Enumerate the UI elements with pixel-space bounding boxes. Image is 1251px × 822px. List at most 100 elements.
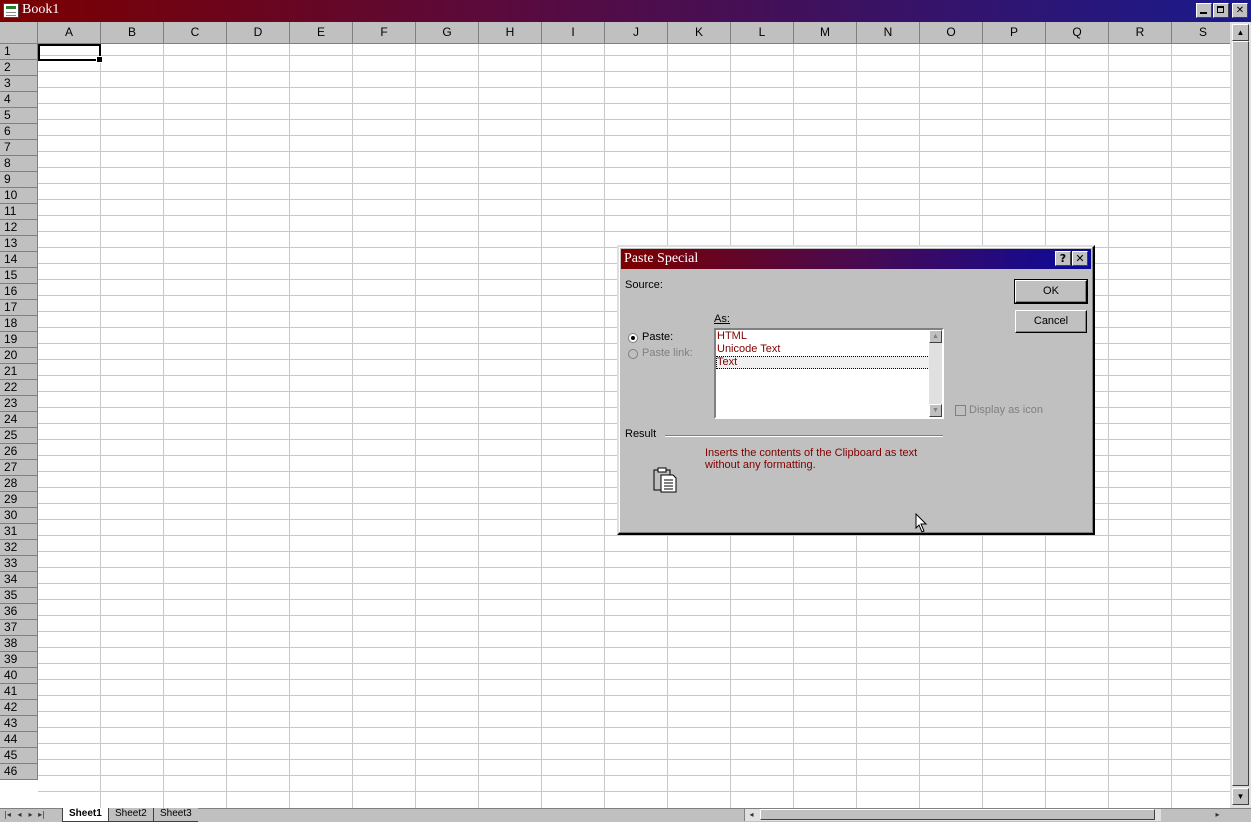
row-header-21[interactable]: 21 <box>0 364 38 380</box>
ok-button[interactable]: OK <box>1014 279 1088 304</box>
column-header-l[interactable]: L <box>731 22 794 44</box>
column-header-b[interactable]: B <box>101 22 164 44</box>
row-header-1[interactable]: 1 <box>0 44 38 60</box>
row-header-37[interactable]: 37 <box>0 620 38 636</box>
next-sheet-icon[interactable]: ▸ <box>25 809 36 821</box>
row-header-30[interactable]: 30 <box>0 508 38 524</box>
last-sheet-icon[interactable]: ▸| <box>36 809 47 821</box>
row-header-2[interactable]: 2 <box>0 60 38 76</box>
row-header-18[interactable]: 18 <box>0 316 38 332</box>
row-header-10[interactable]: 10 <box>0 188 38 204</box>
row-header-20[interactable]: 20 <box>0 348 38 364</box>
row-header-32[interactable]: 32 <box>0 540 38 556</box>
column-header-d[interactable]: D <box>227 22 290 44</box>
row-header-45[interactable]: 45 <box>0 748 38 764</box>
column-header-e[interactable]: E <box>290 22 353 44</box>
vertical-scroll-thumb[interactable] <box>1232 41 1249 786</box>
row-header-42[interactable]: 42 <box>0 700 38 716</box>
row-header-8[interactable]: 8 <box>0 156 38 172</box>
row-header-26[interactable]: 26 <box>0 444 38 460</box>
column-header-g[interactable]: G <box>416 22 479 44</box>
column-header-n[interactable]: N <box>857 22 920 44</box>
column-header-h[interactable]: H <box>479 22 542 44</box>
row-header-24[interactable]: 24 <box>0 412 38 428</box>
first-sheet-icon[interactable]: |◂ <box>2 809 13 821</box>
paste-link-radio-label[interactable]: Paste link: <box>642 347 693 359</box>
paste-link-radio[interactable] <box>628 349 638 359</box>
row-header-25[interactable]: 25 <box>0 428 38 444</box>
paste-as-listbox[interactable]: HTML Unicode Text Text ▲ ▼ <box>714 328 944 419</box>
display-as-icon-label[interactable]: Display as icon <box>969 404 1043 416</box>
scroll-up-icon[interactable]: ▲ <box>1232 24 1249 41</box>
paste-radio-label[interactable]: Paste: <box>642 331 673 343</box>
row-header-16[interactable]: 16 <box>0 284 38 300</box>
row-header-11[interactable]: 11 <box>0 204 38 220</box>
row-header-31[interactable]: 31 <box>0 524 38 540</box>
row-header-38[interactable]: 38 <box>0 636 38 652</box>
column-header-o[interactable]: O <box>920 22 983 44</box>
horizontal-scroll-thumb[interactable] <box>760 809 1155 820</box>
row-header-13[interactable]: 13 <box>0 236 38 252</box>
vertical-scrollbar[interactable]: ▲ ▼ <box>1230 22 1251 808</box>
select-all-corner[interactable] <box>0 22 38 44</box>
list-item[interactable]: HTML <box>716 330 942 343</box>
row-header-27[interactable]: 27 <box>0 460 38 476</box>
row-header-3[interactable]: 3 <box>0 76 38 92</box>
workbook-title-bar[interactable]: Book1 ✕ <box>0 0 1251 22</box>
column-header-m[interactable]: M <box>794 22 857 44</box>
row-header-5[interactable]: 5 <box>0 108 38 124</box>
dialog-close-button[interactable]: ✕ <box>1072 251 1088 266</box>
scroll-left-icon[interactable]: ◂ <box>746 809 757 821</box>
maximize-icon[interactable] <box>1213 3 1229 18</box>
row-header-28[interactable]: 28 <box>0 476 38 492</box>
row-header-4[interactable]: 4 <box>0 92 38 108</box>
row-header-6[interactable]: 6 <box>0 124 38 140</box>
row-header-39[interactable]: 39 <box>0 652 38 668</box>
prev-sheet-icon[interactable]: ◂ <box>14 809 25 821</box>
row-header-22[interactable]: 22 <box>0 380 38 396</box>
list-scroll-down-icon[interactable]: ▼ <box>929 404 942 417</box>
paste-radio[interactable] <box>628 333 638 343</box>
row-header-35[interactable]: 35 <box>0 588 38 604</box>
row-header-29[interactable]: 29 <box>0 492 38 508</box>
help-button[interactable]: ? <box>1055 251 1071 266</box>
column-header-f[interactable]: F <box>353 22 416 44</box>
column-header-j[interactable]: J <box>605 22 668 44</box>
column-header-a[interactable]: A <box>38 22 101 44</box>
row-header-34[interactable]: 34 <box>0 572 38 588</box>
row-header-17[interactable]: 17 <box>0 300 38 316</box>
row-header-9[interactable]: 9 <box>0 172 38 188</box>
row-header-7[interactable]: 7 <box>0 140 38 156</box>
dialog-title-bar[interactable]: Paste Special ? ✕ <box>621 249 1091 269</box>
column-header-i[interactable]: I <box>542 22 605 44</box>
cancel-button[interactable]: Cancel <box>1015 310 1087 333</box>
display-as-icon-checkbox[interactable] <box>955 405 966 416</box>
row-header-40[interactable]: 40 <box>0 668 38 684</box>
row-header-19[interactable]: 19 <box>0 332 38 348</box>
listbox-scrollbar[interactable]: ▲ ▼ <box>929 330 942 417</box>
list-scroll-up-icon[interactable]: ▲ <box>929 330 942 343</box>
row-header-44[interactable]: 44 <box>0 732 38 748</box>
active-cell-a1[interactable] <box>38 44 103 63</box>
column-header-s[interactable]: S <box>1172 22 1230 44</box>
horizontal-scrollbar[interactable]: ◂ <box>744 809 1161 821</box>
list-item-selected[interactable]: Text <box>716 356 942 369</box>
row-header-41[interactable]: 41 <box>0 684 38 700</box>
row-header-46[interactable]: 46 <box>0 764 38 780</box>
list-item[interactable]: Unicode Text <box>716 343 942 356</box>
row-header-23[interactable]: 23 <box>0 396 38 412</box>
column-header-q[interactable]: Q <box>1046 22 1109 44</box>
sheet-tab-1[interactable]: Sheet1 <box>62 808 108 822</box>
scroll-right-icon[interactable]: ▸ <box>1212 809 1223 821</box>
column-header-k[interactable]: K <box>668 22 731 44</box>
column-header-p[interactable]: P <box>983 22 1046 44</box>
sheet-tab-3[interactable]: Sheet3 <box>153 808 198 822</box>
minimize-icon[interactable] <box>1196 3 1212 18</box>
row-header-14[interactable]: 14 <box>0 252 38 268</box>
row-header-43[interactable]: 43 <box>0 716 38 732</box>
scroll-down-icon[interactable]: ▼ <box>1232 788 1249 805</box>
row-header-36[interactable]: 36 <box>0 604 38 620</box>
row-header-33[interactable]: 33 <box>0 556 38 572</box>
row-header-12[interactable]: 12 <box>0 220 38 236</box>
sheet-tab-2[interactable]: Sheet2 <box>108 808 153 822</box>
